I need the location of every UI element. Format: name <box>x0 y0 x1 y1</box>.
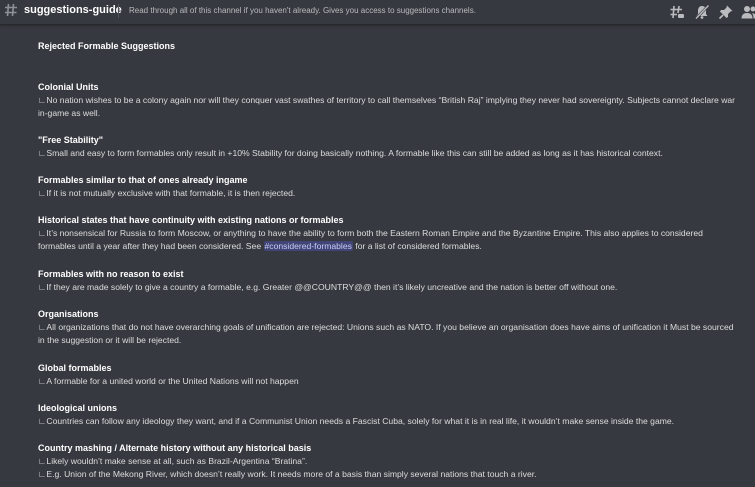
section-line: ∟No nation wishes to be a colony again n… <box>38 95 736 119</box>
section-heading: Formables similar to that of ones alread… <box>38 175 248 185</box>
section-line: ∟If it is not mutually exclusive with th… <box>38 188 296 198</box>
section-line: ∟All organizations that do not have over… <box>38 322 734 346</box>
section-historical-states: Historical states that have continuity w… <box>38 214 738 254</box>
section-free-stability: "Free Stability" ∟Small and easy to form… <box>38 134 738 160</box>
section-global-formables: Global formables ∟A formable for a unite… <box>38 362 738 388</box>
section-heading: Historical states that have continuity w… <box>38 215 344 225</box>
channel-topic[interactable]: Read through all of this channel if you … <box>129 6 476 15</box>
section-line: ∟It’s nonsensical for Russia to form Mos… <box>38 227 738 254</box>
section-line: ∟E.g. Union of the Mekong River, which d… <box>38 469 537 480</box>
section-line: ∟Small and easy to form formables only r… <box>38 148 663 158</box>
members-icon[interactable] <box>741 4 755 20</box>
section-similar-formables: Formables similar to that of ones alread… <box>38 174 738 200</box>
threads-icon[interactable] <box>669 4 685 20</box>
section-ideological-unions: Ideological unions ∟Countries can follow… <box>38 402 738 428</box>
channel-header: suggestions-guide Read through all of th… <box>0 0 755 25</box>
section-heading: Ideological unions <box>38 403 118 413</box>
hash-icon <box>5 3 17 17</box>
channel-mention-considered-formables[interactable]: #considered-formables <box>263 241 353 252</box>
section-line: ∟A formable for a united world or the Un… <box>38 376 299 386</box>
section-heading: Formables with no reason to exist <box>38 269 184 279</box>
section-heading: Global formables <box>38 363 112 373</box>
pin-icon[interactable] <box>718 4 734 20</box>
section-colonial-units: Colonial Units ∟No nation wishes to be a… <box>38 81 738 121</box>
channel-name: suggestions-guide <box>24 4 122 16</box>
section-line: ∟Likely wouldn’t make sense at all, such… <box>38 456 308 466</box>
message-title: Rejected Formable Suggestions <box>38 41 176 51</box>
section-country-mashing: Country mashing / Alternate history with… <box>38 442 738 482</box>
line-text: for a list of considered formables. <box>352 241 482 252</box>
notifications-muted-icon[interactable] <box>694 4 710 20</box>
section-heading: Colonial Units <box>38 82 99 92</box>
section-heading: Organisations <box>38 309 99 319</box>
section-line: ∟Countries can follow any ideology they … <box>38 416 675 426</box>
header-divider <box>118 4 119 18</box>
section-line: ∟If they are made solely to give a count… <box>38 282 618 292</box>
section-heading: "Free Stability" <box>38 135 104 145</box>
section-no-reason: Formables with no reason to exist ∟If th… <box>38 268 738 294</box>
section-organisations: Organisations ∟All organizations that do… <box>38 308 738 348</box>
section-heading: Country mashing / Alternate history with… <box>38 443 312 453</box>
